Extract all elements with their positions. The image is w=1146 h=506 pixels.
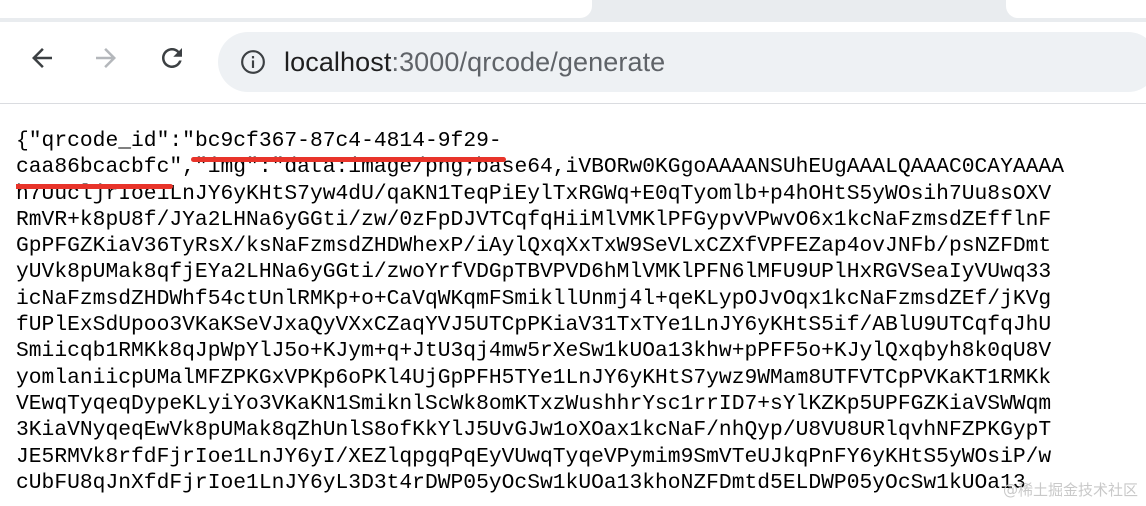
json-prefix: {"qrcode_id":" — [16, 129, 195, 153]
reload-button[interactable] — [152, 38, 192, 78]
base64-line: yUVk8pUMak8qfjEYa2LHNa6yGGti/zwoYrfVDGpT… — [16, 260, 1052, 285]
base64-line: JE5RMVk8rfdFjrIoe1LnJY6yI/XEZlqpgqPqEyVU… — [16, 444, 1052, 469]
json-response-body: {"qrcode_id":"bc9cf367-87c4-4814-9f29- c… — [16, 128, 1146, 506]
back-button[interactable] — [22, 38, 62, 78]
qrcode-id-highlight-1: bc9cf367-87c4-4814-9f29- — [190, 129, 506, 163]
qrcode-id-highlight-2: caa86bcacbfc — [16, 155, 174, 189]
info-icon[interactable] — [240, 49, 266, 75]
json-line-1: {"qrcode_id":"bc9cf367-87c4-4814-9f29- — [16, 128, 1146, 163]
base64-line: VEwqTyqeqDypeKLyiYo3VKaKN1SmiknlScWk8omK… — [16, 391, 1052, 416]
arrow-left-icon — [32, 48, 52, 68]
toolbar-divider — [0, 103, 1146, 104]
base64-line: fUPlExSdUpoo3VKaKSeVJxaQyVXxCZaqYVJ5UTCp… — [16, 313, 1052, 338]
forward-button[interactable] — [86, 38, 126, 78]
active-tab[interactable] — [0, 0, 592, 18]
base64-line: h7UucljrIoe1LnJY6yKHtS7yw4dU/qaKN1TeqPiE… — [16, 181, 1052, 206]
inactive-tab[interactable] — [1006, 0, 1146, 18]
arrow-right-icon — [96, 48, 116, 68]
address-bar[interactable]: localhost:3000/qrcode/generate — [218, 32, 1146, 92]
url-host: localhost — [284, 47, 392, 77]
base64-line: icNaFzmsdZHDWhf54ctUnlRMKp+o+CaVqWKqmFSm… — [16, 286, 1052, 311]
reload-icon — [162, 48, 182, 68]
watermark: @稀土掘金技术社区 — [1002, 481, 1138, 499]
base64-line: GpPFGZKiaV36TyRsX/ksNaFzmsdZHDWhexP/iAyl… — [16, 234, 1052, 259]
json-line-2: caa86bcacbfc","img":"data:image/png;base… — [16, 154, 1146, 189]
base64-line: 3KiaVNyqeqEwVk8pUMak8qZhUnlS8ofKkYlJ5UvG… — [16, 418, 1052, 443]
url-path: :3000/qrcode/generate — [391, 47, 666, 77]
url-text[interactable]: localhost:3000/qrcode/generate — [284, 45, 665, 79]
browser-toolbar: localhost:3000/qrcode/generate — [0, 22, 1146, 102]
tab-strip — [0, 0, 1146, 22]
base64-line: yomlaniicpUMalMFZPKGxVPKp6oPKl4UjGpPFH5T… — [16, 365, 1052, 390]
base64-line: Smiicqb1RMKk8qJpWpYlJ5o+KJym+q+JtU3qj4mw… — [16, 339, 1052, 364]
base64-line: RmVR+k8pU8f/JYa2LHNa6yGGti/zw/0zFpDJVTCq… — [16, 207, 1052, 232]
base64-line: cUbFU8qJnXfdFjrIoe1LnJY6yL3D3t4rDWP05yOc… — [16, 470, 1026, 495]
